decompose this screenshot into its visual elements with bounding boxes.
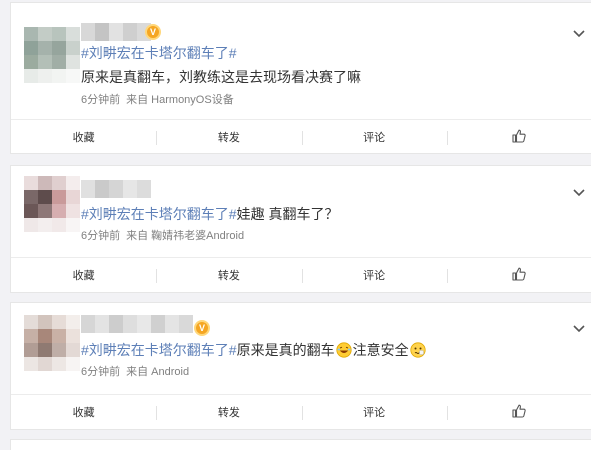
post-text: 原来是真的翻车 — [236, 342, 335, 358]
chevron-down-icon[interactable] — [571, 184, 587, 200]
favorite-button[interactable]: 收藏 — [11, 258, 156, 293]
username-blurred[interactable] — [81, 315, 193, 333]
post-text-line: #刘畊宏在卡塔尔翻车了#原来是真的翻车 注意安全 — [81, 340, 427, 360]
post-time[interactable]: 6分钟前 — [81, 94, 120, 106]
post-meta: 6分钟前 来自 Android — [81, 365, 189, 379]
post-meta: 6分钟前 来自 鞠婧祎老婆Android — [81, 229, 244, 243]
thumbs-up-icon — [512, 404, 527, 418]
avatar[interactable] — [24, 315, 80, 371]
chevron-down-icon[interactable] — [571, 320, 587, 336]
post-hashtag-line: #刘畊宏在卡塔尔翻车了# — [81, 43, 237, 63]
like-button[interactable] — [446, 120, 591, 155]
post-source: 来自 鞠婧祎老婆Android — [126, 230, 245, 242]
verified-badge: V — [194, 320, 210, 336]
post-actions: 收藏 转发 评论 — [11, 257, 591, 293]
like-button[interactable] — [446, 258, 591, 293]
avatar[interactable] — [24, 27, 80, 83]
post-card-partial — [10, 439, 591, 450]
post-card: #刘畊宏在卡塔尔翻车了#娃趣 真翻车了？ 6分钟前 来自 鞠婧祎老婆Android… — [10, 165, 591, 293]
post-text-line: #刘畊宏在卡塔尔翻车了#娃趣 真翻车了？ — [81, 204, 338, 224]
post-source: 来自 HarmonyOS设备 — [126, 94, 234, 106]
verified-badge: V — [145, 24, 161, 40]
post-actions: 收藏 转发 评论 — [11, 119, 591, 155]
post-text-after-emoji: 注意安全 — [352, 342, 409, 358]
post-source: 来自 Android — [126, 366, 190, 378]
avatar[interactable] — [24, 176, 80, 232]
post-card: V #刘畊宏在卡塔尔翻车了# 原来是真翻车，刘教练这是去现场看决赛了嘛 6分钟前… — [10, 2, 591, 154]
nervous-emoji-icon — [409, 342, 426, 358]
hashtag-link[interactable]: #刘畊宏在卡塔尔翻车了# — [81, 342, 237, 358]
post-card: V #刘畊宏在卡塔尔翻车了#原来是真的翻车 注意安全 6分钟前 来自 Androi… — [10, 302, 591, 430]
post-text: 原来是真翻车，刘教练这是去现场看决赛了嘛 — [81, 69, 361, 85]
post-actions: 收藏 转发 评论 — [11, 394, 591, 430]
post-meta: 6分钟前 来自 HarmonyOS设备 — [81, 93, 234, 107]
hashtag-link[interactable]: #刘畊宏在卡塔尔翻车了# — [81, 45, 237, 61]
repost-button[interactable]: 转发 — [156, 120, 301, 155]
laughing-emoji-icon — [335, 342, 352, 358]
repost-button[interactable]: 转发 — [156, 395, 301, 430]
username-blurred[interactable] — [81, 180, 151, 198]
hashtag-link[interactable]: #刘畊宏在卡塔尔翻车了# — [81, 206, 237, 222]
thumbs-up-icon — [512, 267, 527, 281]
post-time[interactable]: 6分钟前 — [81, 230, 120, 242]
thumbs-up-icon — [512, 129, 527, 143]
post-text: 娃趣 真翻车了？ — [236, 206, 339, 222]
repost-button[interactable]: 转发 — [156, 258, 301, 293]
comment-button[interactable]: 评论 — [301, 120, 447, 155]
favorite-button[interactable]: 收藏 — [11, 120, 156, 155]
post-time[interactable]: 6分钟前 — [81, 366, 120, 378]
comment-button[interactable]: 评论 — [301, 395, 447, 430]
username-blurred[interactable] — [81, 23, 151, 41]
chevron-down-icon[interactable] — [571, 25, 587, 41]
favorite-button[interactable]: 收藏 — [11, 395, 156, 430]
like-button[interactable] — [446, 395, 591, 430]
comment-button[interactable]: 评论 — [301, 258, 447, 293]
